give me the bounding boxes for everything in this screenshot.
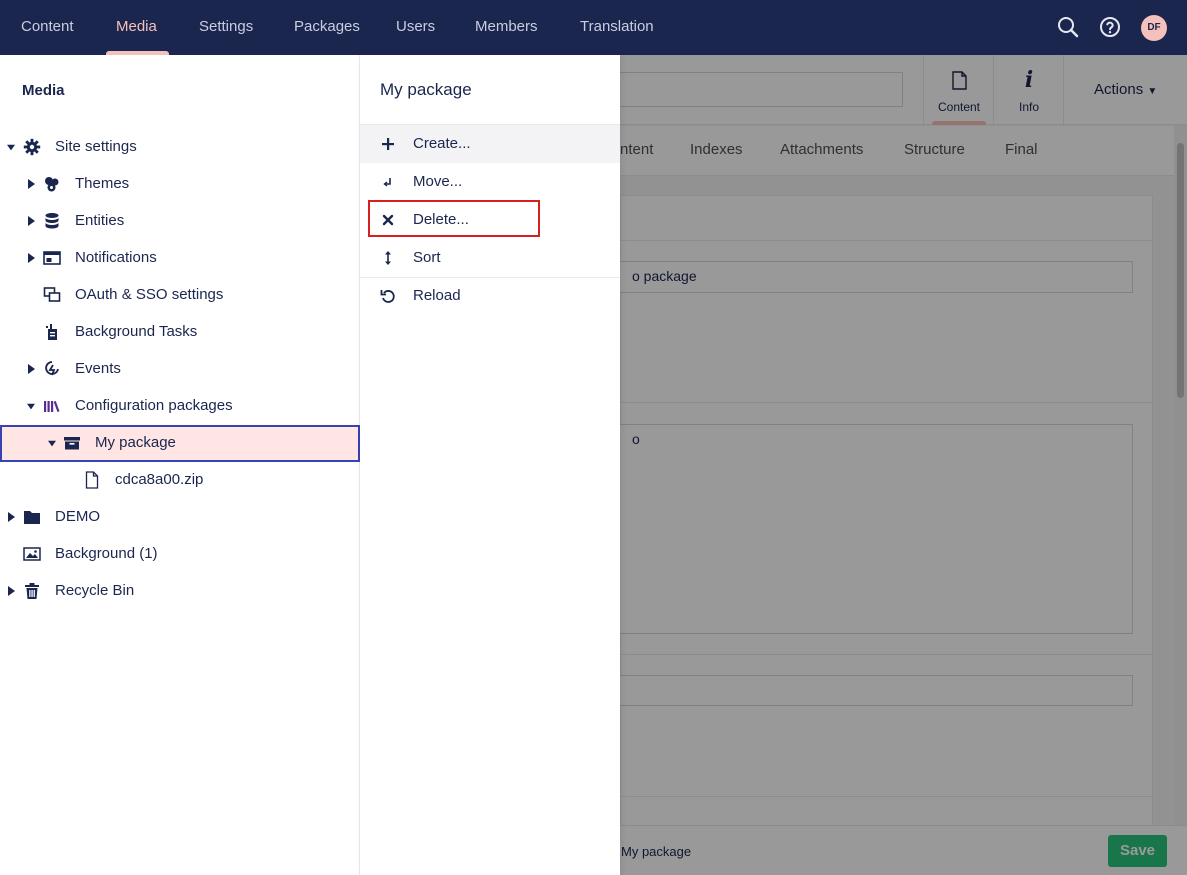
folder-icon <box>24 511 40 524</box>
tree-item-site-settings[interactable]: Site settings <box>0 129 360 166</box>
tree-item-label: Entities <box>75 212 125 229</box>
menu-item-sort[interactable]: Sort <box>360 239 620 277</box>
tree-item-label: cdca8a00.zip <box>115 471 204 488</box>
menu-item-label: Sort <box>413 249 441 266</box>
tree-item-label: DEMO <box>55 508 100 525</box>
menu-item-label: Create... <box>413 135 471 152</box>
nav-item-media[interactable]: Media <box>116 0 157 55</box>
help-icon[interactable] <box>1098 15 1122 39</box>
events-icon <box>45 361 59 376</box>
windows-icon <box>43 287 61 302</box>
actions-menu: My package Create... Move... Delete... S… <box>360 55 620 875</box>
caret-right-icon[interactable] <box>28 364 36 374</box>
plus-icon <box>382 138 394 150</box>
tree-item-label: Background Tasks <box>75 323 198 340</box>
tree-item-background-tasks[interactable]: Background Tasks <box>0 314 360 351</box>
sort-icon <box>385 251 391 265</box>
tree-item-entities[interactable]: Entities <box>0 203 360 240</box>
tree-item-label: Configuration packages <box>75 397 233 414</box>
database-icon <box>45 213 59 229</box>
caret-right-icon[interactable] <box>8 512 16 522</box>
caret-down-icon[interactable] <box>48 439 56 449</box>
tree-item-label: OAuth & SSO settings <box>75 286 224 303</box>
tasks-icon <box>46 324 57 340</box>
notification-icon <box>43 251 61 265</box>
tree-item-label: Events <box>75 360 121 377</box>
caret-right-icon[interactable] <box>28 216 36 226</box>
tree-item-background[interactable]: Background (1) <box>0 536 360 573</box>
nav-item-content[interactable]: Content <box>21 0 74 55</box>
top-navigation: Content Media Settings Packages Users Me… <box>0 0 1187 55</box>
nav-item-translation[interactable]: Translation <box>580 0 654 55</box>
tree-item-events[interactable]: Events <box>0 351 360 388</box>
search-icon[interactable] <box>1056 15 1080 39</box>
user-avatar[interactable]: DF <box>1141 15 1167 41</box>
tree-item-label: Recycle Bin <box>55 582 135 599</box>
tree-item-zip-file[interactable]: cdca8a00.zip <box>0 462 360 499</box>
tree-item-recycle-bin[interactable]: Recycle Bin <box>0 573 360 610</box>
menu-item-label: Reload <box>413 287 461 304</box>
tree-item-demo[interactable]: DEMO <box>0 499 360 536</box>
caret-down-icon[interactable] <box>7 143 15 153</box>
archive-icon <box>64 437 80 450</box>
caret-right-icon[interactable] <box>28 179 36 189</box>
tree-item-label: Site settings <box>55 138 137 155</box>
tree-item-oauth-sso-settings[interactable]: OAuth & SSO settings <box>0 277 360 314</box>
menu-item-reload[interactable]: Reload <box>360 277 620 315</box>
caret-right-icon[interactable] <box>8 586 16 596</box>
caret-right-icon[interactable] <box>28 253 36 263</box>
palette-icon <box>45 177 59 192</box>
caret-down-icon[interactable] <box>27 402 35 412</box>
nav-item-users[interactable]: Users <box>396 0 435 55</box>
move-icon <box>383 178 391 187</box>
menu-title: My package <box>380 80 472 99</box>
tree-item-configuration-packages[interactable]: Configuration packages <box>0 388 360 425</box>
tree-item-label: My package <box>95 434 176 451</box>
trash-icon <box>25 583 39 599</box>
menu-item-create[interactable]: Create... <box>360 125 620 163</box>
tree-item-label: Notifications <box>75 249 157 266</box>
menu-item-label: Move... <box>413 173 463 190</box>
gear-icon <box>23 138 41 156</box>
tree-item-my-package[interactable]: My package <box>0 425 360 462</box>
delete-highlight-box <box>368 200 540 237</box>
tree-title: Media <box>22 82 65 99</box>
modal-backdrop[interactable] <box>620 55 1187 875</box>
menu-item-move[interactable]: Move... <box>360 163 620 201</box>
nav-item-packages[interactable]: Packages <box>294 0 360 55</box>
tree-item-label: Background (1) <box>55 545 158 562</box>
nav-item-members[interactable]: Members <box>475 0 538 55</box>
tree-item-notifications[interactable]: Notifications <box>0 240 360 277</box>
media-tree: Media Site settings Themes Entities Noti… <box>0 55 360 875</box>
nav-item-settings[interactable]: Settings <box>199 0 253 55</box>
tree-item-label: Themes <box>75 175 130 192</box>
tree-item-themes[interactable]: Themes <box>0 166 360 203</box>
file-icon <box>85 471 99 489</box>
image-icon <box>23 547 41 561</box>
library-icon <box>44 400 60 413</box>
reload-icon <box>380 290 395 303</box>
